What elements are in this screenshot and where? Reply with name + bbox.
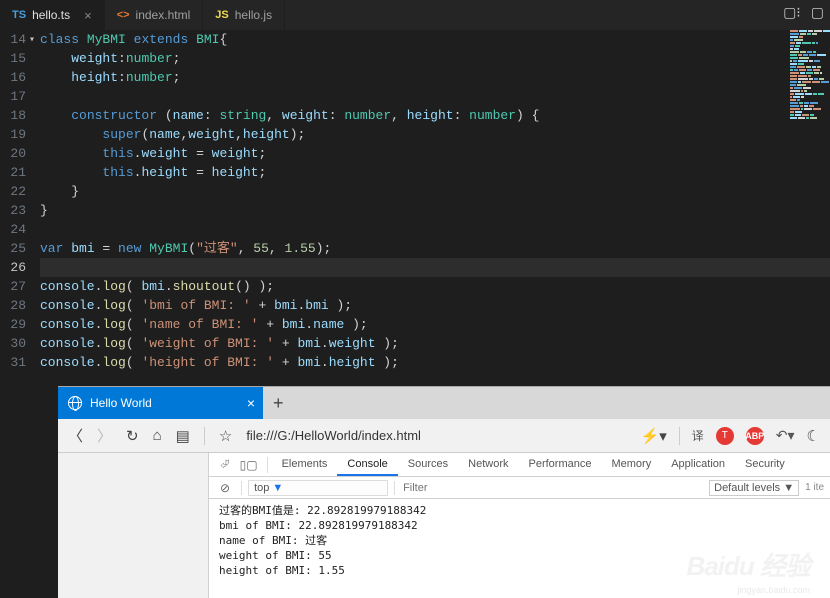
code-line[interactable]: super(name,weight,height); (40, 125, 830, 144)
night-mode-icon[interactable]: ☾ (807, 427, 820, 445)
back-button[interactable]: 〈 (68, 425, 83, 446)
code-line[interactable]: height:number; (40, 68, 830, 87)
code-line[interactable]: class MyBMI extends BMI{▾ (40, 30, 830, 49)
extension-t-icon[interactable]: T (716, 427, 734, 445)
code-line[interactable] (40, 87, 830, 106)
close-tab-icon[interactable]: × (247, 395, 255, 411)
code-line[interactable]: console.log( bmi.shoutout() ); (40, 277, 830, 296)
reading-view-icon[interactable]: ▤ (176, 427, 190, 445)
editor-actions: ▢⁝ ▢ (783, 4, 824, 21)
console-line: weight of BMI: 55 (219, 548, 820, 563)
address-bar: 〈 〉 ↻ ⌂ ▤ ☆ file:///G:/HelloWorld/index.… (58, 419, 830, 453)
globe-icon (68, 396, 82, 410)
forward-button: 〉 (97, 425, 112, 446)
browser-tab-bar: Hello World × + (58, 387, 830, 419)
refresh-button[interactable]: ↻ (126, 427, 139, 445)
devtools-tab-application[interactable]: Application (661, 454, 735, 476)
undo-icon[interactable]: ↶▾ (776, 427, 795, 444)
code-area[interactable]: class MyBMI extends BMI{▾ weight:number;… (40, 30, 830, 372)
new-tab-button[interactable]: + (263, 393, 294, 414)
devtools-tab-memory[interactable]: Memory (601, 454, 661, 476)
browser-window: Hello World × + 〈 〉 ↻ ⌂ ▤ ☆ file:///G:/H… (58, 386, 830, 598)
devtools-panel: ⮰ ▯▢ ElementsConsoleSourcesNetworkPerfor… (208, 453, 830, 598)
console-line: name of BMI: 过客 (219, 533, 820, 548)
file-type-icon: TS (12, 9, 26, 21)
code-line[interactable]: console.log( 'bmi of BMI: ' + bmi.bmi ); (40, 296, 830, 315)
devtools-tab-performance[interactable]: Performance (518, 454, 601, 476)
code-editor[interactable]: 141516171819202122232425262728293031 cla… (0, 30, 830, 372)
split-editor-icon[interactable]: ▢⁝ (783, 4, 801, 21)
console-line: 过客的BMI值是: 22.892819979188342 (219, 503, 820, 518)
url-input[interactable]: file:///G:/HelloWorld/index.html (246, 428, 626, 443)
devtools-tab-bar: ⮰ ▯▢ ElementsConsoleSourcesNetworkPerfor… (209, 453, 830, 477)
code-line[interactable]: } (40, 182, 830, 201)
console-filter-input[interactable] (401, 480, 551, 496)
console-line: bmi of BMI: 22.892819979188342 (219, 518, 820, 533)
editor-tab-index-html[interactable]: <>index.html (105, 0, 204, 30)
code-line[interactable]: weight:number; (40, 49, 830, 68)
browser-tab[interactable]: Hello World × (58, 387, 263, 419)
code-line[interactable]: } (40, 201, 830, 220)
code-line[interactable]: var bmi = new MyBMI("过客", 55, 1.55); (40, 239, 830, 258)
file-type-icon: JS (215, 9, 228, 21)
devtools-tab-sources[interactable]: Sources (398, 454, 458, 476)
editor-tab-hello-ts[interactable]: TShello.ts× (0, 0, 105, 30)
code-line[interactable]: console.log( 'weight of BMI: ' + bmi.wei… (40, 334, 830, 353)
minimap[interactable] (790, 30, 830, 120)
close-tab-icon[interactable]: × (84, 8, 92, 23)
more-actions-icon[interactable]: ▢ (811, 4, 824, 21)
code-line[interactable]: this.height = height; (40, 163, 830, 182)
favorite-icon[interactable]: ☆ (219, 427, 232, 445)
inspect-icon[interactable]: ⮰ (215, 457, 235, 472)
flash-icon[interactable]: ⚡▾ (641, 427, 667, 445)
console-output[interactable]: 过客的BMI值是: 22.892819979188342bmi of BMI: … (209, 499, 830, 582)
devtools-tab-network[interactable]: Network (458, 454, 518, 476)
code-line[interactable] (40, 258, 830, 277)
code-line[interactable]: console.log( 'height of BMI: ' + bmi.hei… (40, 353, 830, 372)
fold-icon[interactable]: ▾ (29, 31, 35, 50)
code-line[interactable]: this.weight = weight; (40, 144, 830, 163)
gutter: 141516171819202122232425262728293031 (0, 30, 40, 372)
log-levels-select[interactable]: Default levels ▼ (709, 480, 799, 496)
adblock-icon[interactable]: ABP (746, 427, 764, 445)
browser-tab-title: Hello World (90, 396, 152, 410)
home-button[interactable]: ⌂ (153, 427, 162, 444)
file-type-icon: <> (117, 9, 130, 21)
editor-tab-hello-js[interactable]: JShello.js (203, 0, 285, 30)
editor-tab-bar: TShello.ts×<>index.htmlJShello.js (0, 0, 830, 30)
devtools-tab-security[interactable]: Security (735, 454, 795, 476)
code-line[interactable]: constructor (name: string, weight: numbe… (40, 106, 830, 125)
translate-button[interactable]: 译 (692, 427, 704, 444)
code-line[interactable]: console.log( 'name of BMI: ' + bmi.name … (40, 315, 830, 334)
devtools-tab-console[interactable]: Console (337, 454, 397, 476)
console-toolbar: ⊘ top ▼ Default levels ▼ 1 ite (209, 477, 830, 499)
device-toggle-icon[interactable]: ▯▢ (235, 458, 263, 472)
devtools-tab-elements[interactable]: Elements (272, 454, 338, 476)
context-select[interactable]: top ▼ (248, 480, 388, 496)
clear-console-icon[interactable]: ⊘ (215, 481, 235, 495)
console-line: height of BMI: 1.55 (219, 563, 820, 578)
hidden-items-badge: 1 ite (805, 482, 824, 493)
code-line[interactable] (40, 220, 830, 239)
